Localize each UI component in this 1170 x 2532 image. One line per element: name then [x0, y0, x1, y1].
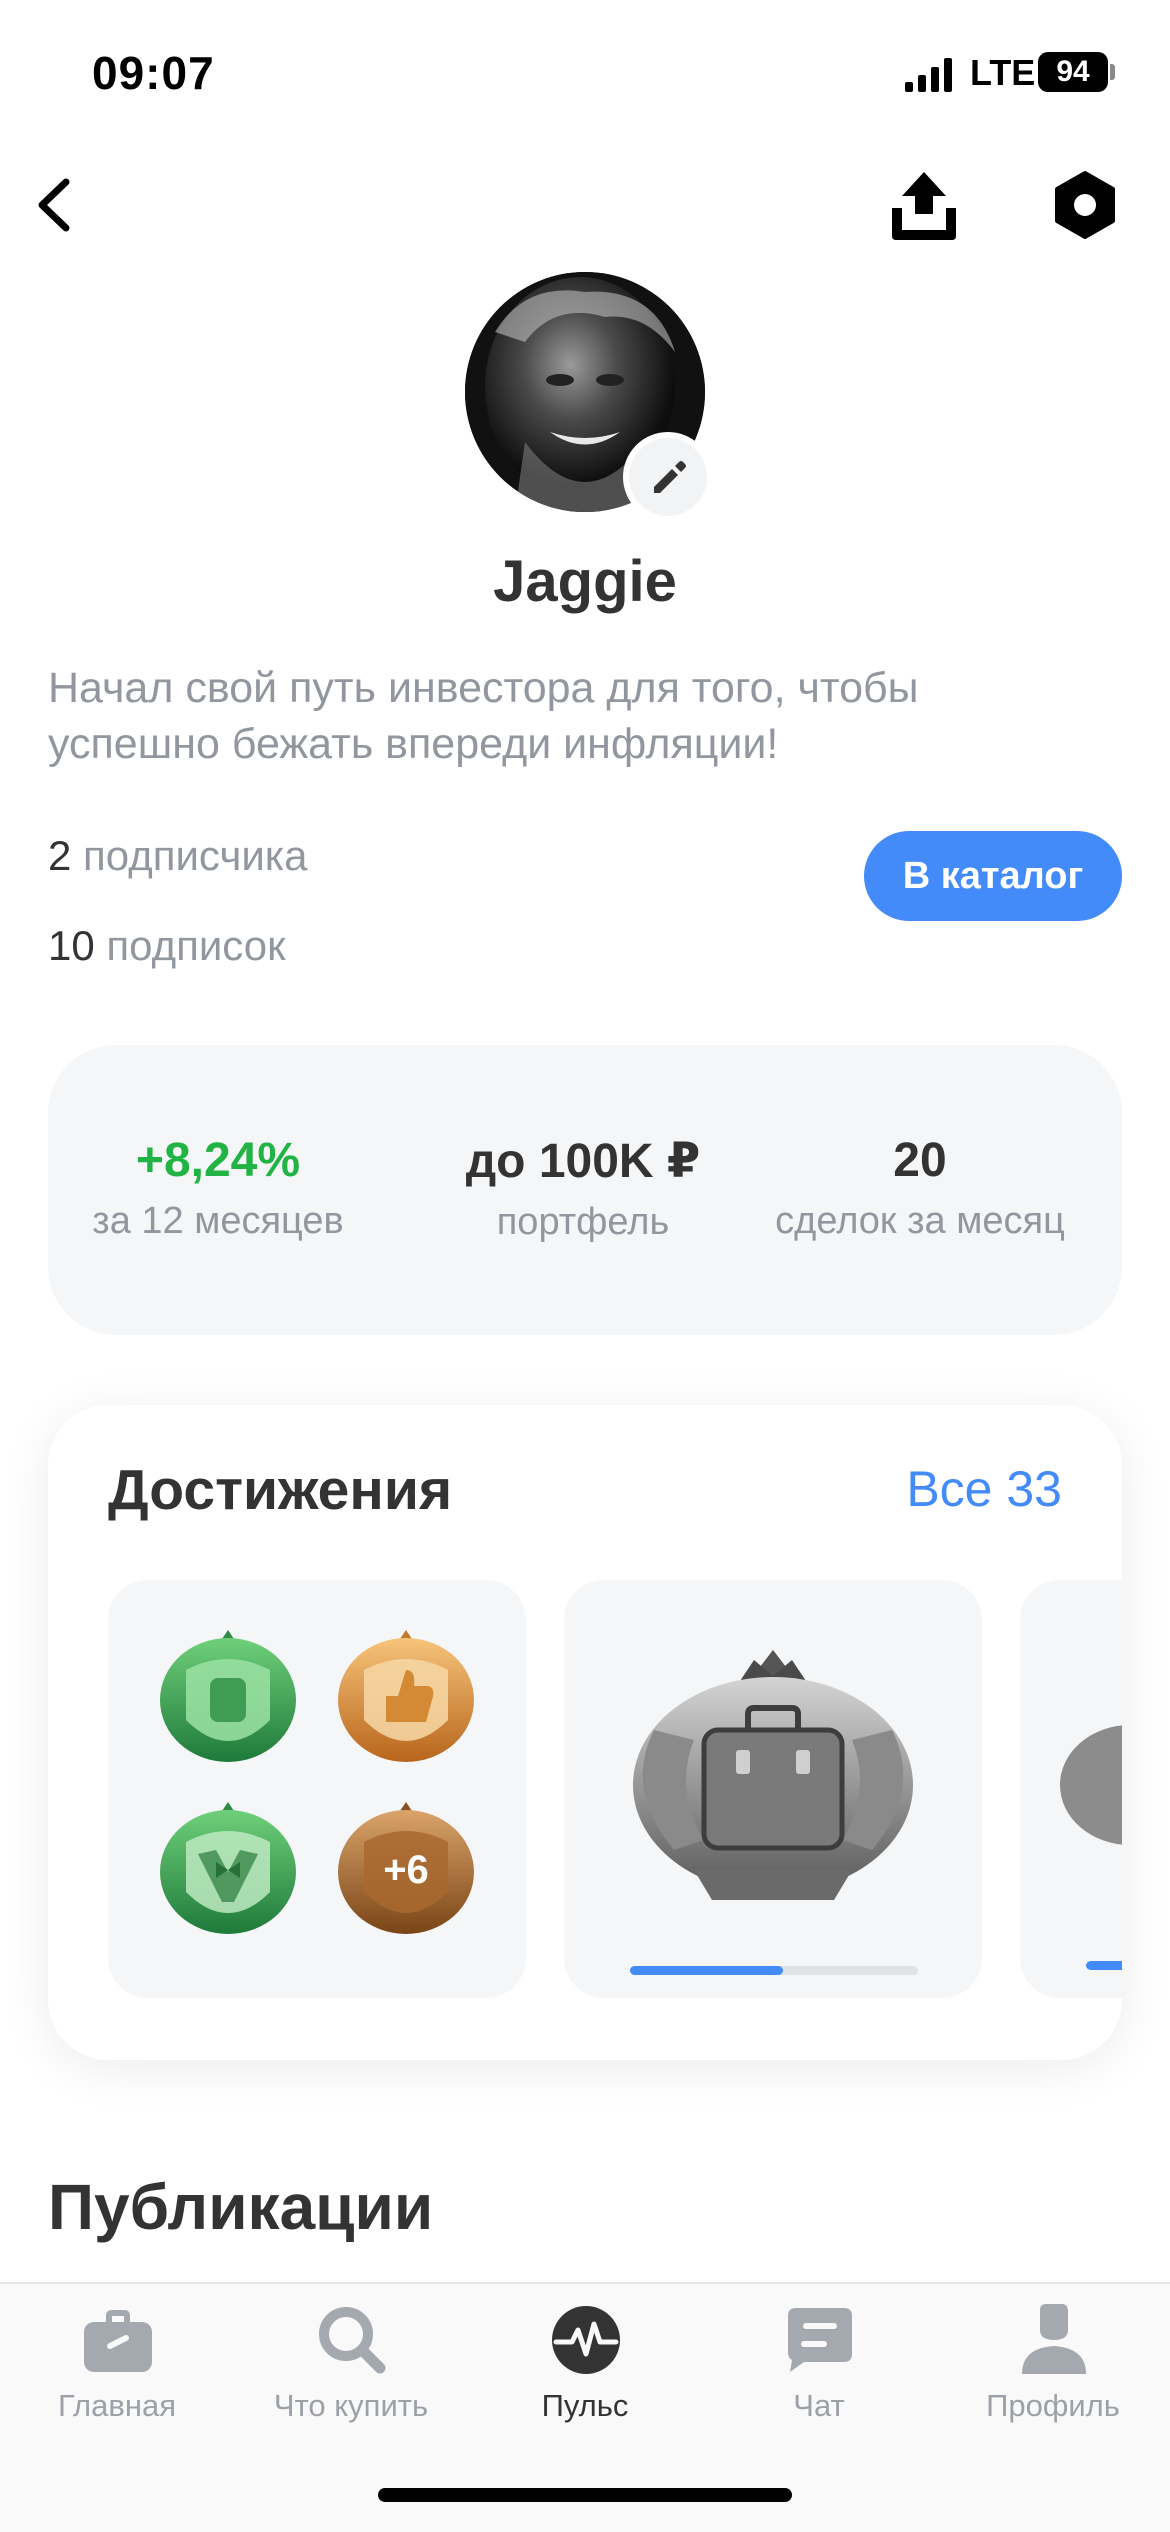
metric-deals-value: 20: [893, 1134, 947, 1187]
achievements-card: Достижения Все 33 +6: [48, 1405, 1122, 2060]
share-upload-icon[interactable]: [884, 168, 964, 244]
achievement-progress-track: [630, 1966, 918, 1975]
chevron-left-icon[interactable]: [24, 170, 94, 240]
achievement-partial-tile[interactable]: [1020, 1580, 1122, 1998]
pulse-icon: [552, 2306, 620, 2374]
metric-portfolio: до 100K ₽ портфель: [448, 1133, 718, 1244]
metric-portfolio-label: портфель: [496, 1201, 670, 1243]
followers-count: 2: [48, 832, 72, 879]
status-bar: 09:07 LTE 94: [0, 0, 1170, 150]
achievement-badges-grid: [160, 1630, 474, 1934]
hexagon-settings-icon[interactable]: [1050, 170, 1120, 240]
metric-return-label: за 12 месяцев: [92, 1200, 344, 1242]
edit-avatar-button[interactable]: [623, 432, 713, 522]
home-indicator: [378, 2488, 792, 2502]
cellular-signal-icon: [905, 58, 952, 92]
tab-home-label: Главная: [58, 2388, 176, 2423]
catalog-button[interactable]: В каталог: [864, 831, 1122, 921]
extra-badges-count: +6: [383, 1848, 429, 1892]
tab-profile[interactable]: Профиль: [936, 2284, 1170, 2424]
network-type: LTE: [970, 52, 1036, 93]
achievements-all-link[interactable]: Все 33: [906, 1460, 1062, 1518]
achievement-group-tile[interactable]: +6: [108, 1580, 526, 1998]
tab-pulse-label: Пульс: [541, 2388, 629, 2423]
thumbs-up-badge-icon: [338, 1630, 474, 1762]
achievement-briefcase-tile[interactable]: [564, 1580, 982, 1998]
username: Jaggie: [493, 549, 677, 614]
money-badge-icon: [160, 1630, 296, 1762]
publications-title: Публикации: [48, 2171, 434, 2243]
briefcase-icon: [84, 2310, 152, 2372]
tab-chat-label: Чат: [793, 2388, 845, 2423]
chat-icon: [788, 2308, 852, 2372]
achievements-title: Достижения: [108, 1458, 453, 1522]
following-stat[interactable]: 10 подписок: [48, 922, 286, 970]
battery-indicator: 94: [1038, 52, 1108, 92]
followers-label: подписчика: [83, 832, 308, 879]
tab-pulse[interactable]: Пульс: [468, 2284, 702, 2424]
metric-deals: 20 сделок за месяц: [760, 1133, 1080, 1243]
tab-home[interactable]: Главная: [0, 2284, 234, 2424]
nav-bar: [0, 150, 1170, 260]
partial-badge-icon: [1060, 1725, 1122, 1970]
metrics-card: +8,24% за 12 месяцев до 100K ₽ портфель …: [48, 1045, 1122, 1335]
metric-return-value: +8,24%: [135, 1134, 301, 1187]
tuxedo-badge-icon: [160, 1802, 296, 1934]
briefcase-badge-icon: [633, 1650, 913, 1900]
search-icon: [319, 2307, 386, 2374]
following-label: подписок: [106, 922, 286, 969]
metric-deals-label: сделок за месяц: [775, 1200, 1065, 1242]
metric-portfolio-value: до 100K ₽: [465, 1135, 701, 1188]
avatar-container: [465, 272, 713, 522]
status-time: 09:07: [92, 47, 215, 99]
profile-bio: Начал свой путь инвестора для того, чтоб…: [48, 664, 919, 768]
tab-profile-label: Профиль: [986, 2388, 1120, 2423]
following-count: 10: [48, 922, 95, 969]
battery-tip: [1110, 64, 1115, 80]
pencil-icon: [654, 461, 686, 493]
followers-stat[interactable]: 2 подписчика: [48, 832, 307, 880]
metric-return: +8,24% за 12 месяцев: [88, 1133, 348, 1243]
tab-what-to-buy-label: Что купить: [273, 2388, 429, 2423]
achievement-progress-fill: [630, 1966, 783, 1975]
tab-what-to-buy[interactable]: Что купить: [234, 2284, 468, 2424]
profile-icon: [1022, 2304, 1086, 2374]
tab-chat[interactable]: Чат: [702, 2284, 936, 2424]
